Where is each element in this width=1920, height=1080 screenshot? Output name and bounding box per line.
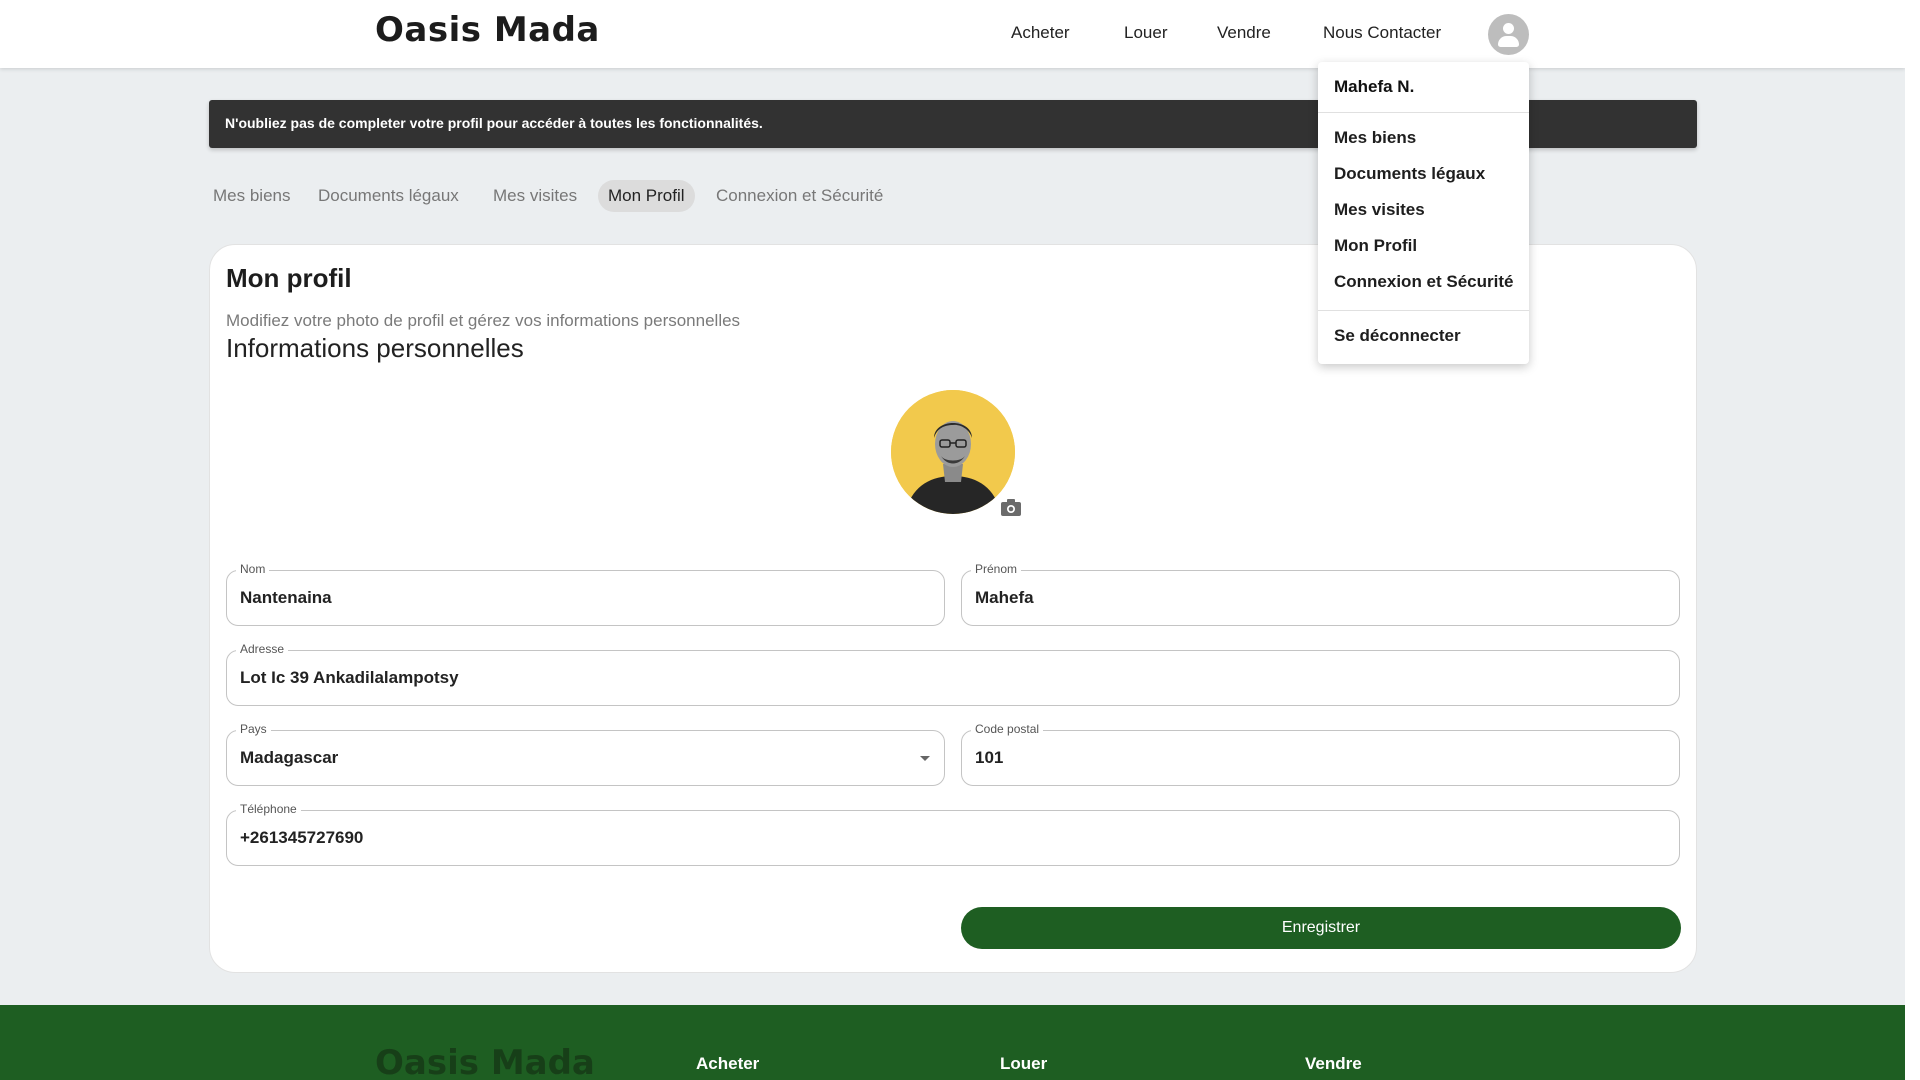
- camera-glyph: [1001, 499, 1021, 516]
- prenom-field[interactable]: Prénom Mahefa: [961, 562, 1680, 626]
- menu-item-mes-biens[interactable]: Mes biens: [1334, 128, 1416, 148]
- alert-message: N'oubliez pas de completer votre profil …: [225, 115, 763, 131]
- avatar-body-shape: [1498, 36, 1519, 47]
- page-title: Mon profil: [226, 263, 352, 293]
- page-subtitle: Modifiez votre photo de profil et gérez …: [226, 311, 741, 330]
- footer-link-vendre[interactable]: Vendre: [1305, 1054, 1362, 1074]
- code-postal-label: Code postal: [971, 722, 1044, 736]
- menu-item-connexion-securite[interactable]: Connexion et Sécurité: [1334, 272, 1513, 292]
- tab-connexion-securite[interactable]: Connexion et Sécurité: [716, 180, 883, 212]
- tab-mon-profil[interactable]: Mon Profil: [598, 180, 695, 212]
- section-title: Informations personnelles: [226, 333, 524, 363]
- nom-field[interactable]: Nom Nantenaina: [226, 562, 945, 626]
- pays-label: Pays: [236, 722, 271, 736]
- adresse-field[interactable]: Adresse Lot Ic 39 Ankadilalampotsy: [226, 642, 1680, 706]
- page: Oasis Mada Acheter Louer Vendre Nous Con…: [0, 0, 1905, 1080]
- nav-acheter[interactable]: Acheter: [1011, 23, 1070, 43]
- menu-item-mes-visites[interactable]: Mes visites: [1334, 200, 1425, 220]
- footer: Oasis Mada Acheter Louer Vendre: [0, 1005, 1905, 1080]
- adresse-label: Adresse: [236, 642, 289, 656]
- camera-icon[interactable]: [1001, 499, 1021, 516]
- account-circle-icon[interactable]: [1488, 14, 1529, 55]
- avatar-head-shape: [1503, 23, 1514, 34]
- window-scrollbar[interactable]: [1905, 0, 1920, 1080]
- nom-label: Nom: [236, 562, 270, 576]
- tab-mes-visites[interactable]: Mes visites: [493, 180, 577, 212]
- prenom-label: Prénom: [971, 562, 1022, 576]
- menu-item-documents-legaux[interactable]: Documents légaux: [1334, 164, 1485, 184]
- adresse-input[interactable]: Lot Ic 39 Ankadilalampotsy: [240, 668, 1632, 688]
- menu-divider: [1318, 310, 1529, 311]
- nom-input[interactable]: Nantenaina: [240, 588, 897, 608]
- tab-documents-legaux[interactable]: Documents légaux: [318, 180, 459, 212]
- pays-select[interactable]: Pays Madagascar: [226, 722, 945, 786]
- menu-item-mon-profil[interactable]: Mon Profil: [1334, 236, 1417, 256]
- footer-link-acheter[interactable]: Acheter: [696, 1054, 759, 1074]
- profile-photo[interactable]: [891, 390, 1015, 514]
- tab-mes-biens[interactable]: Mes biens: [213, 180, 290, 212]
- nav-vendre[interactable]: Vendre: [1217, 23, 1271, 43]
- telephone-input[interactable]: +261345727690: [240, 828, 1632, 848]
- menu-item-logout[interactable]: Se déconnecter: [1334, 326, 1461, 346]
- top-header: Oasis Mada Acheter Louer Vendre Nous Con…: [0, 0, 1905, 68]
- prenom-input[interactable]: Mahefa: [975, 588, 1632, 608]
- pays-value[interactable]: Madagascar: [240, 748, 897, 768]
- code-postal-field[interactable]: Code postal 101: [961, 722, 1680, 786]
- telephone-field[interactable]: Téléphone +261345727690: [226, 802, 1680, 866]
- save-button[interactable]: Enregistrer: [961, 907, 1681, 949]
- code-postal-input[interactable]: 101: [975, 748, 1632, 768]
- menu-divider: [1318, 112, 1529, 113]
- profile-photo-illustration: [891, 390, 1015, 514]
- telephone-label: Téléphone: [236, 802, 301, 816]
- user-dropdown-menu: Mahefa N. Mes biens Documents légaux Mes…: [1318, 62, 1529, 364]
- nav-louer[interactable]: Louer: [1124, 23, 1167, 43]
- menu-user-name: Mahefa N.: [1334, 77, 1415, 96]
- site-logo[interactable]: Oasis Mada: [375, 10, 600, 50]
- footer-link-louer[interactable]: Louer: [1000, 1054, 1047, 1074]
- nav-nous-contacter[interactable]: Nous Contacter: [1323, 23, 1441, 43]
- chevron-down-icon[interactable]: [920, 756, 930, 761]
- footer-logo[interactable]: Oasis Mada: [375, 1043, 595, 1080]
